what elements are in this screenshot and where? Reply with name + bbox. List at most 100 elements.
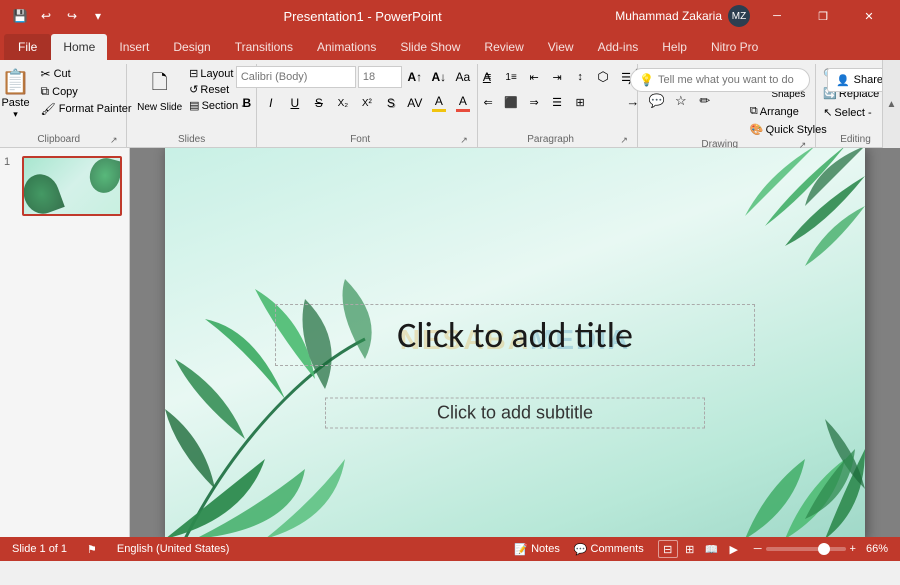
presentation-slide[interactable]: NESABAMEDIA	[165, 148, 865, 537]
accessibility-icon: ⚑	[87, 543, 97, 556]
tell-me-input[interactable]	[658, 74, 801, 86]
columns-button[interactable]: ⊞	[569, 91, 591, 113]
new-slide-button[interactable]: 🗋 New Slide	[135, 66, 184, 115]
zoom-thumb[interactable]	[818, 543, 830, 555]
save-quick-btn[interactable]: 💾	[8, 4, 32, 28]
mini-leaf-top-right	[86, 158, 120, 196]
shape-star[interactable]: ☆	[670, 90, 692, 112]
undo-quick-btn[interactable]: ↩	[34, 4, 58, 28]
new-slide-label: New Slide	[137, 102, 182, 113]
tab-insert[interactable]: Insert	[107, 34, 161, 60]
slide-number: 1	[4, 156, 18, 168]
paragraph-group: ≡ 1≡ ⇤ ⇥ ↕ ⬡ ☰ ⇐ ⬛ ⇒ ☰ ⊞ Paragraph ↗	[478, 64, 638, 147]
redo-quick-btn[interactable]: ↪	[60, 4, 84, 28]
zoom-track[interactable]	[766, 547, 846, 551]
reading-view-button[interactable]: 📖	[702, 540, 722, 558]
notes-button[interactable]: 📝 Notes	[510, 542, 563, 557]
shape-arrow[interactable]: →	[622, 90, 644, 112]
slide-sorter-button[interactable]: ⊞	[680, 540, 700, 558]
minimize-button[interactable]: ─	[754, 0, 800, 32]
tab-design[interactable]: Design	[161, 34, 222, 60]
tab-view[interactable]: View	[536, 34, 586, 60]
share-icon: 👤	[836, 74, 850, 87]
align-left-button[interactable]: ⇐	[477, 91, 499, 113]
customize-quick-btn[interactable]: ▾	[86, 4, 110, 28]
slide-title-text: Click to add title	[296, 313, 734, 357]
format-painter-button[interactable]: 🖌 Format Painter	[38, 101, 135, 117]
align-center-button[interactable]: ⬛	[500, 91, 522, 113]
slide-thumbnail[interactable]	[22, 156, 122, 216]
subscript-button[interactable]: X₂	[332, 92, 354, 114]
text-spacing-button[interactable]: AV	[404, 92, 426, 114]
close-button[interactable]: ✕	[846, 0, 892, 32]
slide-subtitle-placeholder[interactable]: Click to add subtitle	[325, 398, 705, 429]
bold-button[interactable]: B	[236, 92, 258, 114]
collapse-ribbon-button[interactable]: ▲	[882, 60, 900, 148]
tab-file[interactable]: File	[4, 34, 51, 60]
zoom-out-icon[interactable]: ─	[754, 543, 762, 555]
comments-button[interactable]: 💬 Comments	[570, 542, 648, 557]
align-right-button[interactable]: ⇒	[523, 91, 545, 113]
change-case-button[interactable]: Aa	[452, 66, 474, 88]
cut-button[interactable]: ✂ Cut	[38, 66, 135, 82]
justify-button[interactable]: ☰	[546, 91, 568, 113]
text-direction-button[interactable]: ↕	[569, 66, 591, 88]
highlight-color-indicator: A	[432, 94, 446, 112]
underline-button[interactable]: U	[284, 92, 306, 114]
language-text: English (United States)	[117, 543, 230, 555]
language-button[interactable]: English (United States)	[113, 542, 234, 556]
tab-help[interactable]: Help	[650, 34, 699, 60]
smart-art-button[interactable]: ⬡	[592, 66, 614, 88]
title-bar-left: 💾 ↩ ↪ ▾	[8, 4, 110, 28]
tab-home[interactable]: Home	[51, 34, 107, 60]
user-area: Muhammad Zakaria MZ	[615, 5, 750, 27]
slide-title-placeholder[interactable]: Click to add title	[275, 304, 755, 366]
tab-addins[interactable]: Add-ins	[586, 34, 651, 60]
shape-callout[interactable]: 💬	[646, 90, 668, 112]
format-painter-icon: 🖌	[41, 102, 56, 116]
tab-transitions[interactable]: Transitions	[223, 34, 305, 60]
copy-button[interactable]: ⧉ Copy	[38, 83, 135, 100]
quick-styles-icon: 🎨	[750, 123, 764, 136]
slideshow-button[interactable]: ▶	[724, 540, 744, 558]
normal-view-button[interactable]: ⊟	[658, 540, 678, 558]
font-color-button[interactable]: A	[452, 92, 474, 114]
numbered-list-button[interactable]: 1≡	[500, 66, 522, 88]
select-button[interactable]: ↖ Select -	[819, 104, 892, 121]
shape-freeform[interactable]: ✏	[694, 90, 716, 112]
restore-button[interactable]: ❒	[800, 0, 846, 32]
increase-indent-button[interactable]: ⇥	[546, 66, 568, 88]
reset-label: Reset	[200, 84, 229, 96]
editing-label: Editing	[822, 134, 889, 147]
text-shadow-button[interactable]: S	[380, 92, 402, 114]
increase-font-size-button[interactable]: A↑	[404, 66, 426, 88]
leaf-group-bottom-right	[705, 339, 865, 537]
tab-animations[interactable]: Animations	[305, 34, 388, 60]
tab-nitro[interactable]: Nitro Pro	[699, 34, 770, 60]
superscript-button[interactable]: X²	[356, 92, 378, 114]
font-size-input[interactable]	[358, 66, 402, 88]
paste-dropdown-arrow[interactable]: ▾	[13, 109, 18, 120]
para-row1: ≡ 1≡ ⇤ ⇥ ↕ ⬡ ☰	[477, 66, 637, 88]
paste-button[interactable]: 📋 Paste ▾	[0, 66, 36, 122]
italic-button[interactable]: I	[260, 92, 282, 114]
accessibility-check[interactable]: ⚑	[83, 542, 101, 557]
decrease-font-size-button[interactable]: A↓	[428, 66, 450, 88]
zoom-slider: ─ +	[754, 543, 856, 555]
paste-icon: 📋	[1, 68, 31, 97]
clipboard-expand[interactable]: ↗	[107, 133, 120, 147]
bullet-list-button[interactable]: ≡	[477, 66, 499, 88]
font-name-input[interactable]	[236, 66, 356, 88]
title-bar: 💾 ↩ ↪ ▾ Presentation1 - PowerPoint Muham…	[0, 0, 900, 32]
main-area: 1 NESABAMEDIA	[0, 148, 900, 537]
select-label: Select -	[834, 107, 871, 119]
decrease-indent-button[interactable]: ⇤	[523, 66, 545, 88]
text-highlight-button[interactable]: A	[428, 92, 450, 114]
comments-icon: 💬	[574, 543, 588, 556]
zoom-in-icon[interactable]: +	[850, 543, 856, 555]
font-expand[interactable]: ↗	[457, 133, 470, 147]
tab-review[interactable]: Review	[472, 34, 535, 60]
zoom-level[interactable]: 66%	[862, 542, 892, 556]
tab-slideshow[interactable]: Slide Show	[388, 34, 472, 60]
strikethrough-button[interactable]: S	[308, 92, 330, 114]
